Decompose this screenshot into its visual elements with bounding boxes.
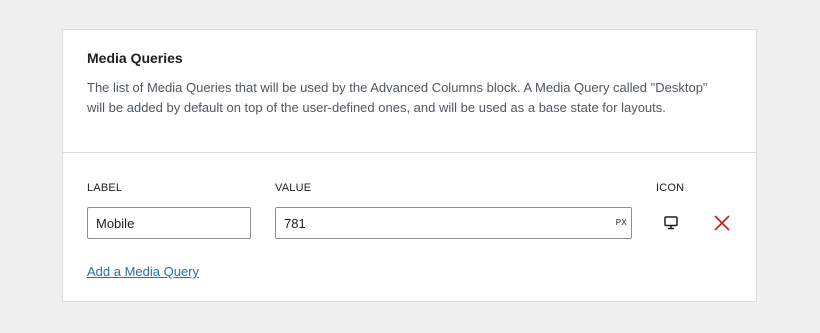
media-queries-panel: Media Queries The list of Media Queries … [62, 29, 757, 302]
section-title: Media Queries [87, 50, 183, 66]
column-header-value: VALUE [275, 182, 312, 194]
column-header-icon: ICON [656, 182, 685, 194]
label-input[interactable] [87, 207, 251, 239]
close-icon[interactable] [710, 211, 734, 235]
desktop-monitor-icon[interactable] [659, 211, 683, 235]
value-field: PX [275, 207, 632, 239]
media-query-list: LABEL VALUE ICON PX Add a Media Query [63, 153, 756, 302]
panel-header: Media Queries The list of Media Queries … [63, 30, 756, 153]
add-media-query-link[interactable]: Add a Media Query [87, 264, 199, 279]
column-header-label: LABEL [87, 182, 123, 194]
unit-label[interactable]: PX [616, 207, 627, 239]
section-description: The list of Media Queries that will be u… [87, 80, 708, 115]
value-input[interactable] [275, 207, 632, 239]
